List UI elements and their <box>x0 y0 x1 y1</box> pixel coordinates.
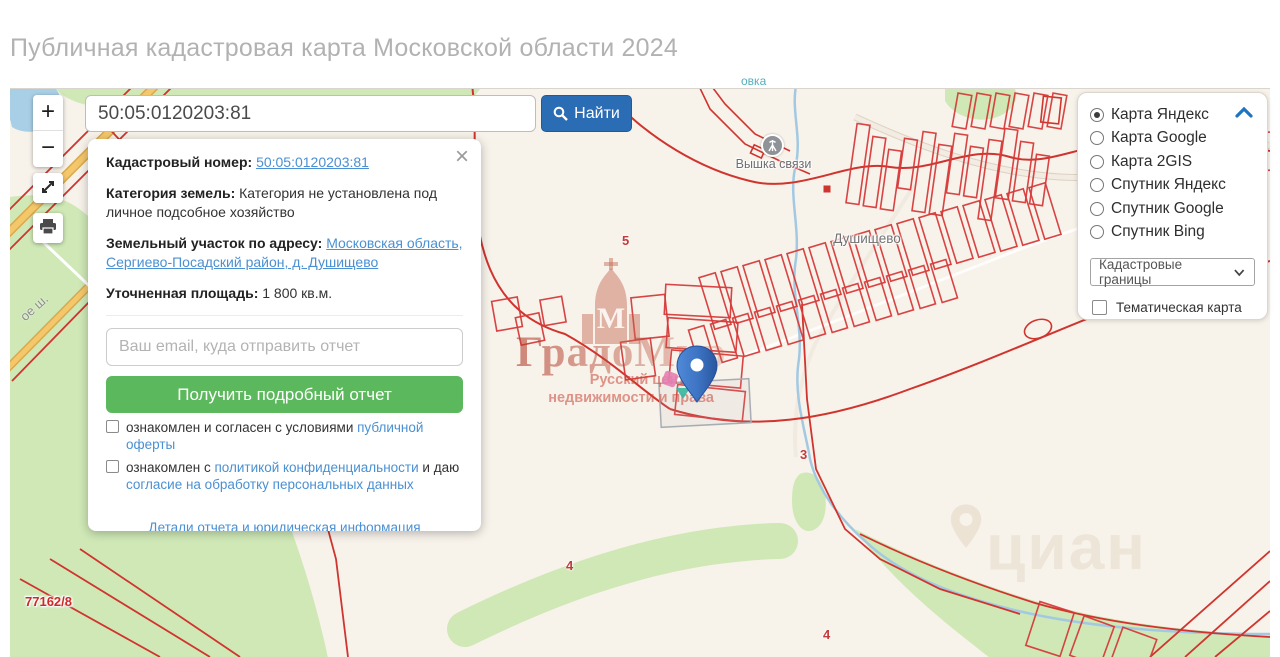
radio-icon <box>1090 154 1104 169</box>
green-patch-river <box>792 472 826 532</box>
area-value: 1 800 кв.м. <box>262 285 333 301</box>
river-name-label: овка <box>741 74 767 88</box>
radio-icon <box>1090 225 1104 240</box>
radio-icon <box>1090 131 1104 146</box>
offer-checkbox[interactable] <box>106 420 119 433</box>
checkbox <box>1092 300 1107 315</box>
parcel-number: 3 <box>800 447 808 462</box>
parcel-number: 4 <box>823 627 831 642</box>
cadastral-number-link[interactable]: 50:05:0120203:81 <box>256 154 369 170</box>
map-pin[interactable] <box>676 345 718 405</box>
layer-option-2gis-map[interactable]: Карта 2GIS <box>1090 150 1255 174</box>
privacy-policy-link[interactable]: политикой конфиденциальности <box>214 460 418 475</box>
parcel-number: 5 <box>622 233 630 248</box>
layer-option-yandex-map[interactable]: Карта Яндекс <box>1090 103 1255 127</box>
green-band-bottom <box>447 523 798 647</box>
consent-text: ознакомлен и согласен с условиями публич… <box>126 420 424 452</box>
search-icon <box>553 106 569 121</box>
consent-text: ознакомлен с политикой конфиденциальност… <box>126 460 460 492</box>
radio-icon <box>1090 201 1104 216</box>
printer-icon <box>40 219 56 235</box>
area-label: Уточненная площадь: <box>106 285 259 301</box>
print-button[interactable] <box>33 213 63 243</box>
report-details-link[interactable]: Детали отчета и юридическая информация <box>148 517 420 531</box>
layers-panel: Карта Яндекс Карта Google Карта 2GIS Спу… <box>1077 92 1268 320</box>
divider <box>106 315 463 316</box>
telecom-tower-icon <box>761 134 784 157</box>
layer-option-yandex-sat[interactable]: Спутник Яндекс <box>1090 174 1255 198</box>
cadastral-number-label: Кадастровый номер: <box>106 154 253 170</box>
report-button[interactable]: Получить подробный отчет <box>106 376 463 413</box>
land-category-label: Категория земель: <box>106 185 236 201</box>
search-input[interactable] <box>85 95 536 132</box>
layer-option-google-map[interactable]: Карта Google <box>1090 127 1255 151</box>
cadastral-borders-select[interactable]: Кадастровые границы <box>1090 257 1255 287</box>
thematic-map-checkbox-row[interactable]: Тематическая карта <box>1090 299 1255 315</box>
privacy-checkbox[interactable] <box>106 460 119 473</box>
radio-icon <box>1090 178 1104 193</box>
parcel-number: 4 <box>566 558 574 573</box>
cadastral-map-page: Публичная кадастровая карта Московской о… <box>0 0 1280 657</box>
layer-option-google-sat[interactable]: Спутник Google <box>1090 197 1255 221</box>
search-button[interactable]: Найти <box>541 95 632 132</box>
close-icon[interactable]: × <box>455 143 469 171</box>
fullscreen-icon <box>42 181 54 193</box>
email-input[interactable] <box>106 328 463 366</box>
address-label: Земельный участок по адресу: <box>106 235 323 251</box>
chevron-down-icon <box>1234 269 1245 276</box>
zoom-in-button[interactable]: + <box>33 95 63 131</box>
zoom-control: + − <box>33 95 63 167</box>
search-button-label: Найти <box>574 104 620 122</box>
page-title: Публичная кадастровая карта Московской о… <box>10 34 678 62</box>
fullscreen-button[interactable] <box>33 173 63 203</box>
personal-data-link[interactable]: согласие на обработку персональных данны… <box>126 477 414 492</box>
plot-code-label: 77162/8 <box>25 594 72 609</box>
info-popup: × Кадастровый номер: 50:05:0120203:81 Ка… <box>88 139 481 531</box>
village-label: Душищево <box>833 231 901 246</box>
tower-label: Вышка связи <box>735 157 812 171</box>
radio-icon <box>1090 107 1104 122</box>
layer-option-bing-sat[interactable]: Спутник Bing <box>1090 221 1255 245</box>
zoom-out-button[interactable]: − <box>33 131 63 167</box>
chevron-up-icon[interactable] <box>1233 105 1255 119</box>
